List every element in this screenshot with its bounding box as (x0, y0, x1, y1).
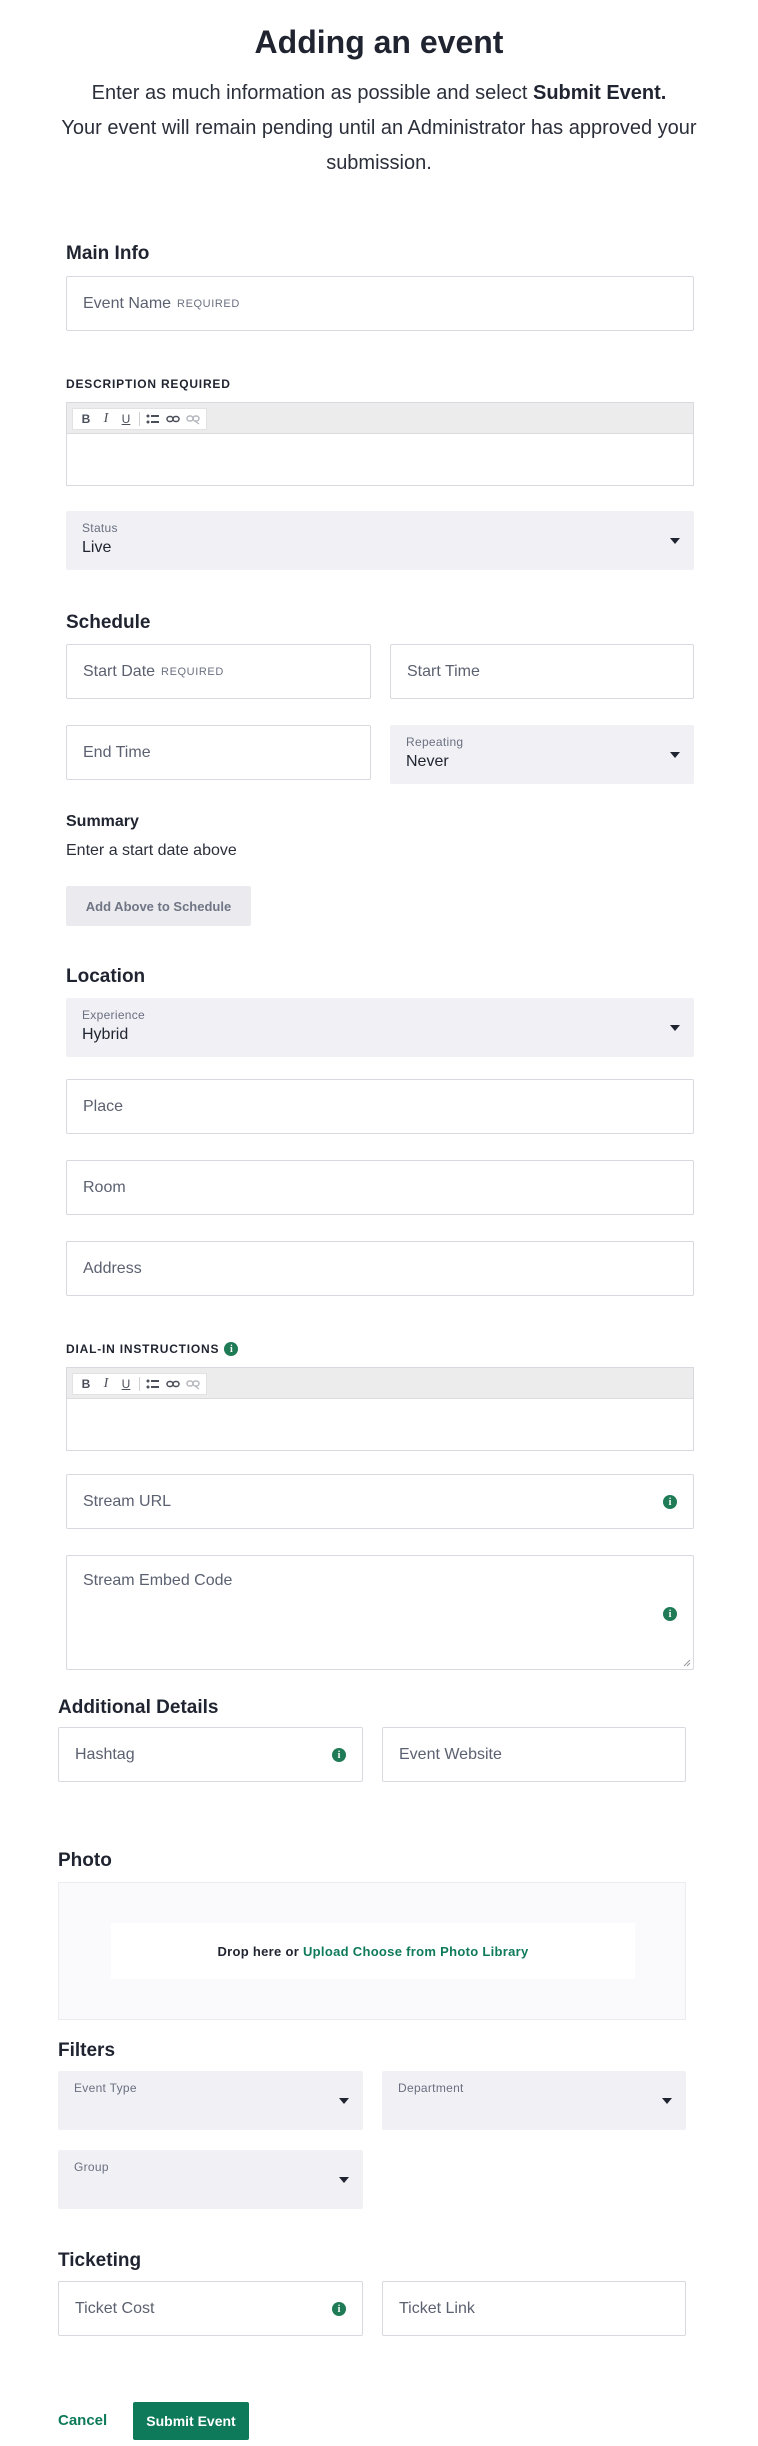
chevron-down-icon (339, 2176, 349, 2183)
unlink-icon[interactable] (184, 1375, 202, 1393)
place-input[interactable]: Place (66, 1079, 694, 1134)
stream-embed-textarea[interactable]: Stream Embed Code i (66, 1555, 694, 1670)
description-editor[interactable]: B I U (66, 402, 694, 486)
ticketing-heading: Ticketing (58, 2250, 142, 2271)
chevron-down-icon (670, 537, 680, 544)
filters-heading: Filters (58, 2040, 116, 2061)
photo-dropzone[interactable]: Drop here or Upload Choose from Photo Li… (58, 1882, 686, 2020)
end-time-input[interactable]: End Time (66, 725, 371, 780)
upload-link[interactable]: Upload (303, 1944, 349, 1959)
editor-toolbar: B I U (67, 1368, 693, 1399)
page-title: Adding an event (254, 24, 504, 60)
summary-text: Enter a start date above (66, 842, 237, 859)
underline-button[interactable]: U (117, 410, 135, 428)
info-icon[interactable]: i (663, 1607, 677, 1621)
chevron-down-icon (662, 2097, 672, 2104)
info-icon[interactable]: i (224, 1342, 239, 1356)
dial-in-label-row: DIAL-IN INSTRUCTIONS i (66, 1342, 239, 1356)
cancel-button[interactable]: Cancel (58, 2412, 107, 2429)
link-icon[interactable] (164, 410, 182, 428)
room-input[interactable]: Room (66, 1160, 694, 1215)
info-icon[interactable]: i (332, 1748, 346, 1762)
editor-tools: B I U (72, 1373, 207, 1395)
ticket-cost-input[interactable]: Ticket Cost i (58, 2281, 363, 2336)
chevron-down-icon (670, 1024, 680, 1031)
photo-heading: Photo (58, 1850, 112, 1871)
italic-button[interactable]: I (97, 1375, 115, 1393)
photo-library-link[interactable]: Choose from Photo Library (353, 1944, 529, 1959)
bold-button[interactable]: B (77, 410, 95, 428)
chevron-down-icon (339, 2097, 349, 2104)
schedule-heading: Schedule (66, 612, 151, 633)
start-date-input[interactable]: Start Date REQUIRED (66, 644, 371, 699)
italic-button[interactable]: I (97, 410, 115, 428)
experience-select[interactable]: Experience Hybrid (66, 998, 694, 1057)
status-select[interactable]: Status Live (66, 511, 694, 570)
summary-heading: Summary (66, 813, 139, 830)
event-website-input[interactable]: Event Website (382, 1727, 686, 1782)
stream-url-input[interactable]: Stream URL i (66, 1474, 694, 1529)
toolbar-divider (139, 1377, 140, 1391)
repeating-select[interactable]: Repeating Never (390, 725, 694, 784)
hashtag-input[interactable]: Hashtag i (58, 1727, 363, 1782)
bold-button[interactable]: B (77, 1375, 95, 1393)
location-heading: Location (66, 966, 146, 987)
chevron-down-icon (670, 751, 680, 758)
editor-tools: B I U (72, 408, 207, 430)
underline-button[interactable]: U (117, 1375, 135, 1393)
intro-text: Enter as much information as possible an… (61, 82, 697, 174)
submit-event-button[interactable]: Submit Event (133, 2402, 249, 2440)
list-icon[interactable] (144, 1375, 162, 1393)
list-icon[interactable] (144, 410, 162, 428)
info-icon[interactable]: i (663, 1495, 677, 1509)
group-select[interactable]: Group (58, 2150, 363, 2209)
event-name-input[interactable]: Event Name REQUIRED (66, 276, 694, 331)
resize-handle-icon[interactable] (683, 1659, 691, 1667)
event-type-select[interactable]: Event Type (58, 2071, 363, 2130)
editor-toolbar: B I U (67, 403, 693, 434)
department-select[interactable]: Department (382, 2071, 686, 2130)
dial-in-editor[interactable]: B I U (66, 1367, 694, 1451)
description-label: DESCRIPTION REQUIRED (66, 377, 231, 391)
info-icon[interactable]: i (332, 2302, 346, 2316)
additional-heading: Additional Details (58, 1697, 219, 1718)
main-info-heading: Main Info (66, 243, 150, 264)
ticket-link-input[interactable]: Ticket Link (382, 2281, 686, 2336)
link-icon[interactable] (164, 1375, 182, 1393)
dial-in-label: DIAL-IN INSTRUCTIONS (66, 1342, 220, 1356)
unlink-icon[interactable] (184, 410, 202, 428)
toolbar-divider (139, 412, 140, 426)
start-time-input[interactable]: Start Time (390, 644, 694, 699)
address-input[interactable]: Address (66, 1241, 694, 1296)
dropzone-inner: Drop here or Upload Choose from Photo Li… (111, 1923, 635, 1979)
add-to-schedule-button[interactable]: Add Above to Schedule (66, 886, 251, 926)
